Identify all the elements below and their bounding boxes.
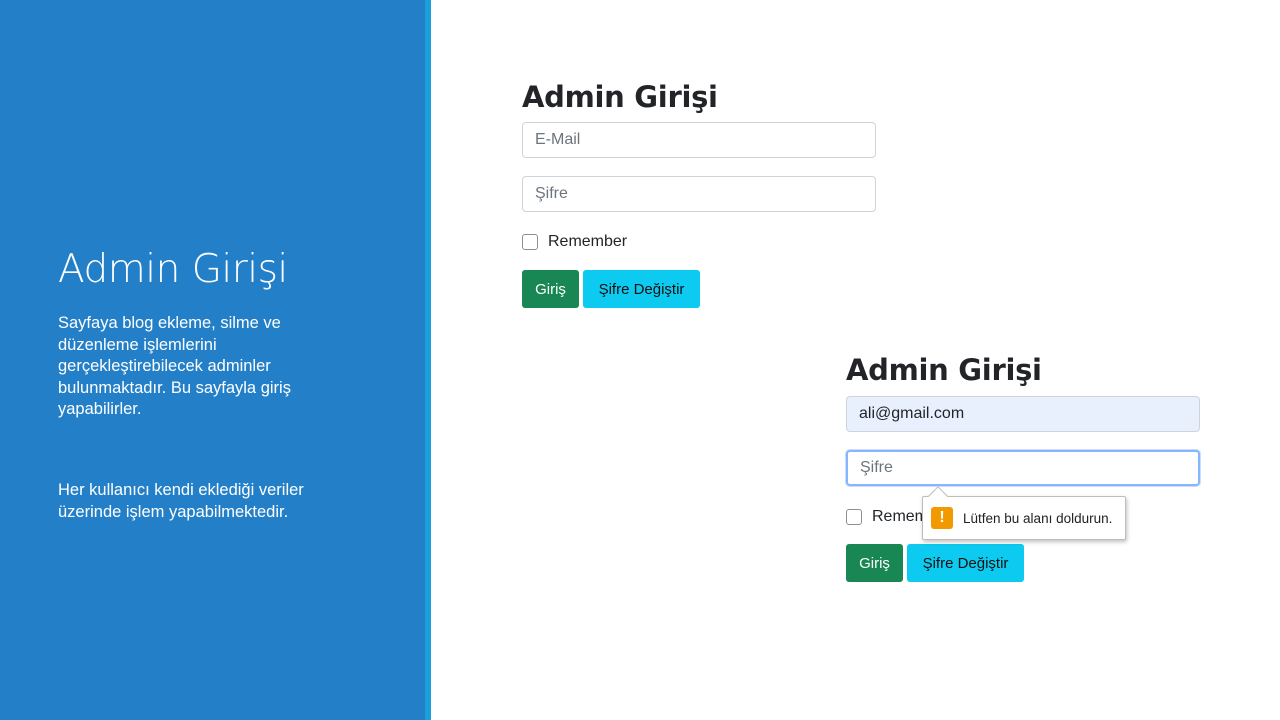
remember-checkbox[interactable] [846, 509, 862, 525]
login-form-empty: Admin Girişi E-Mail Şifre Remember Giriş… [522, 78, 876, 308]
login-button[interactable]: Giriş [846, 544, 903, 582]
left-panel: Admin Girişi Sayfaya blog ekleme, silme … [0, 0, 425, 720]
tooltip-text: Lütfen bu alanı doldurun. [963, 510, 1113, 526]
panel-stripe [425, 0, 431, 720]
remember-label: Remember [548, 233, 628, 250]
password-field[interactable]: Şifre [522, 176, 876, 212]
form-heading: Admin Girişi [522, 80, 718, 114]
change-password-button[interactable]: Şifre Değiştir [583, 270, 700, 308]
email-value: ali@gmail.com [859, 405, 965, 422]
password-placeholder: Şifre [860, 459, 893, 476]
email-field[interactable]: E-Mail [522, 122, 876, 158]
email-placeholder: E-Mail [535, 131, 581, 148]
remember-label: Remem [872, 508, 929, 525]
change-password-button[interactable]: Şifre Değiştir [907, 544, 1024, 582]
slide-paragraph-1: Sayfaya blog ekleme, silme ve düzenleme … [58, 314, 291, 418]
email-field[interactable]: ali@gmail.com [846, 396, 1200, 432]
validation-tooltip: ! Lütfen bu alanı doldurun. [922, 496, 1126, 540]
remember-row: Remem [846, 508, 928, 526]
password-field[interactable]: Şifre [846, 450, 1200, 486]
login-form-validation: Admin Girişi ali@gmail.com Şifre Remem G… [846, 351, 1200, 582]
login-button[interactable]: Giriş [522, 270, 579, 308]
slide-title: Admin Girişi [58, 247, 288, 292]
warning-icon: ! [931, 507, 953, 529]
remember-row: Remember [522, 233, 627, 251]
remember-checkbox[interactable] [522, 234, 538, 250]
form-heading: Admin Girişi [846, 353, 1042, 387]
password-placeholder: Şifre [535, 185, 568, 202]
slide-paragraph-2: Her kullanıcı kendi eklediği veriler üze… [58, 481, 304, 521]
